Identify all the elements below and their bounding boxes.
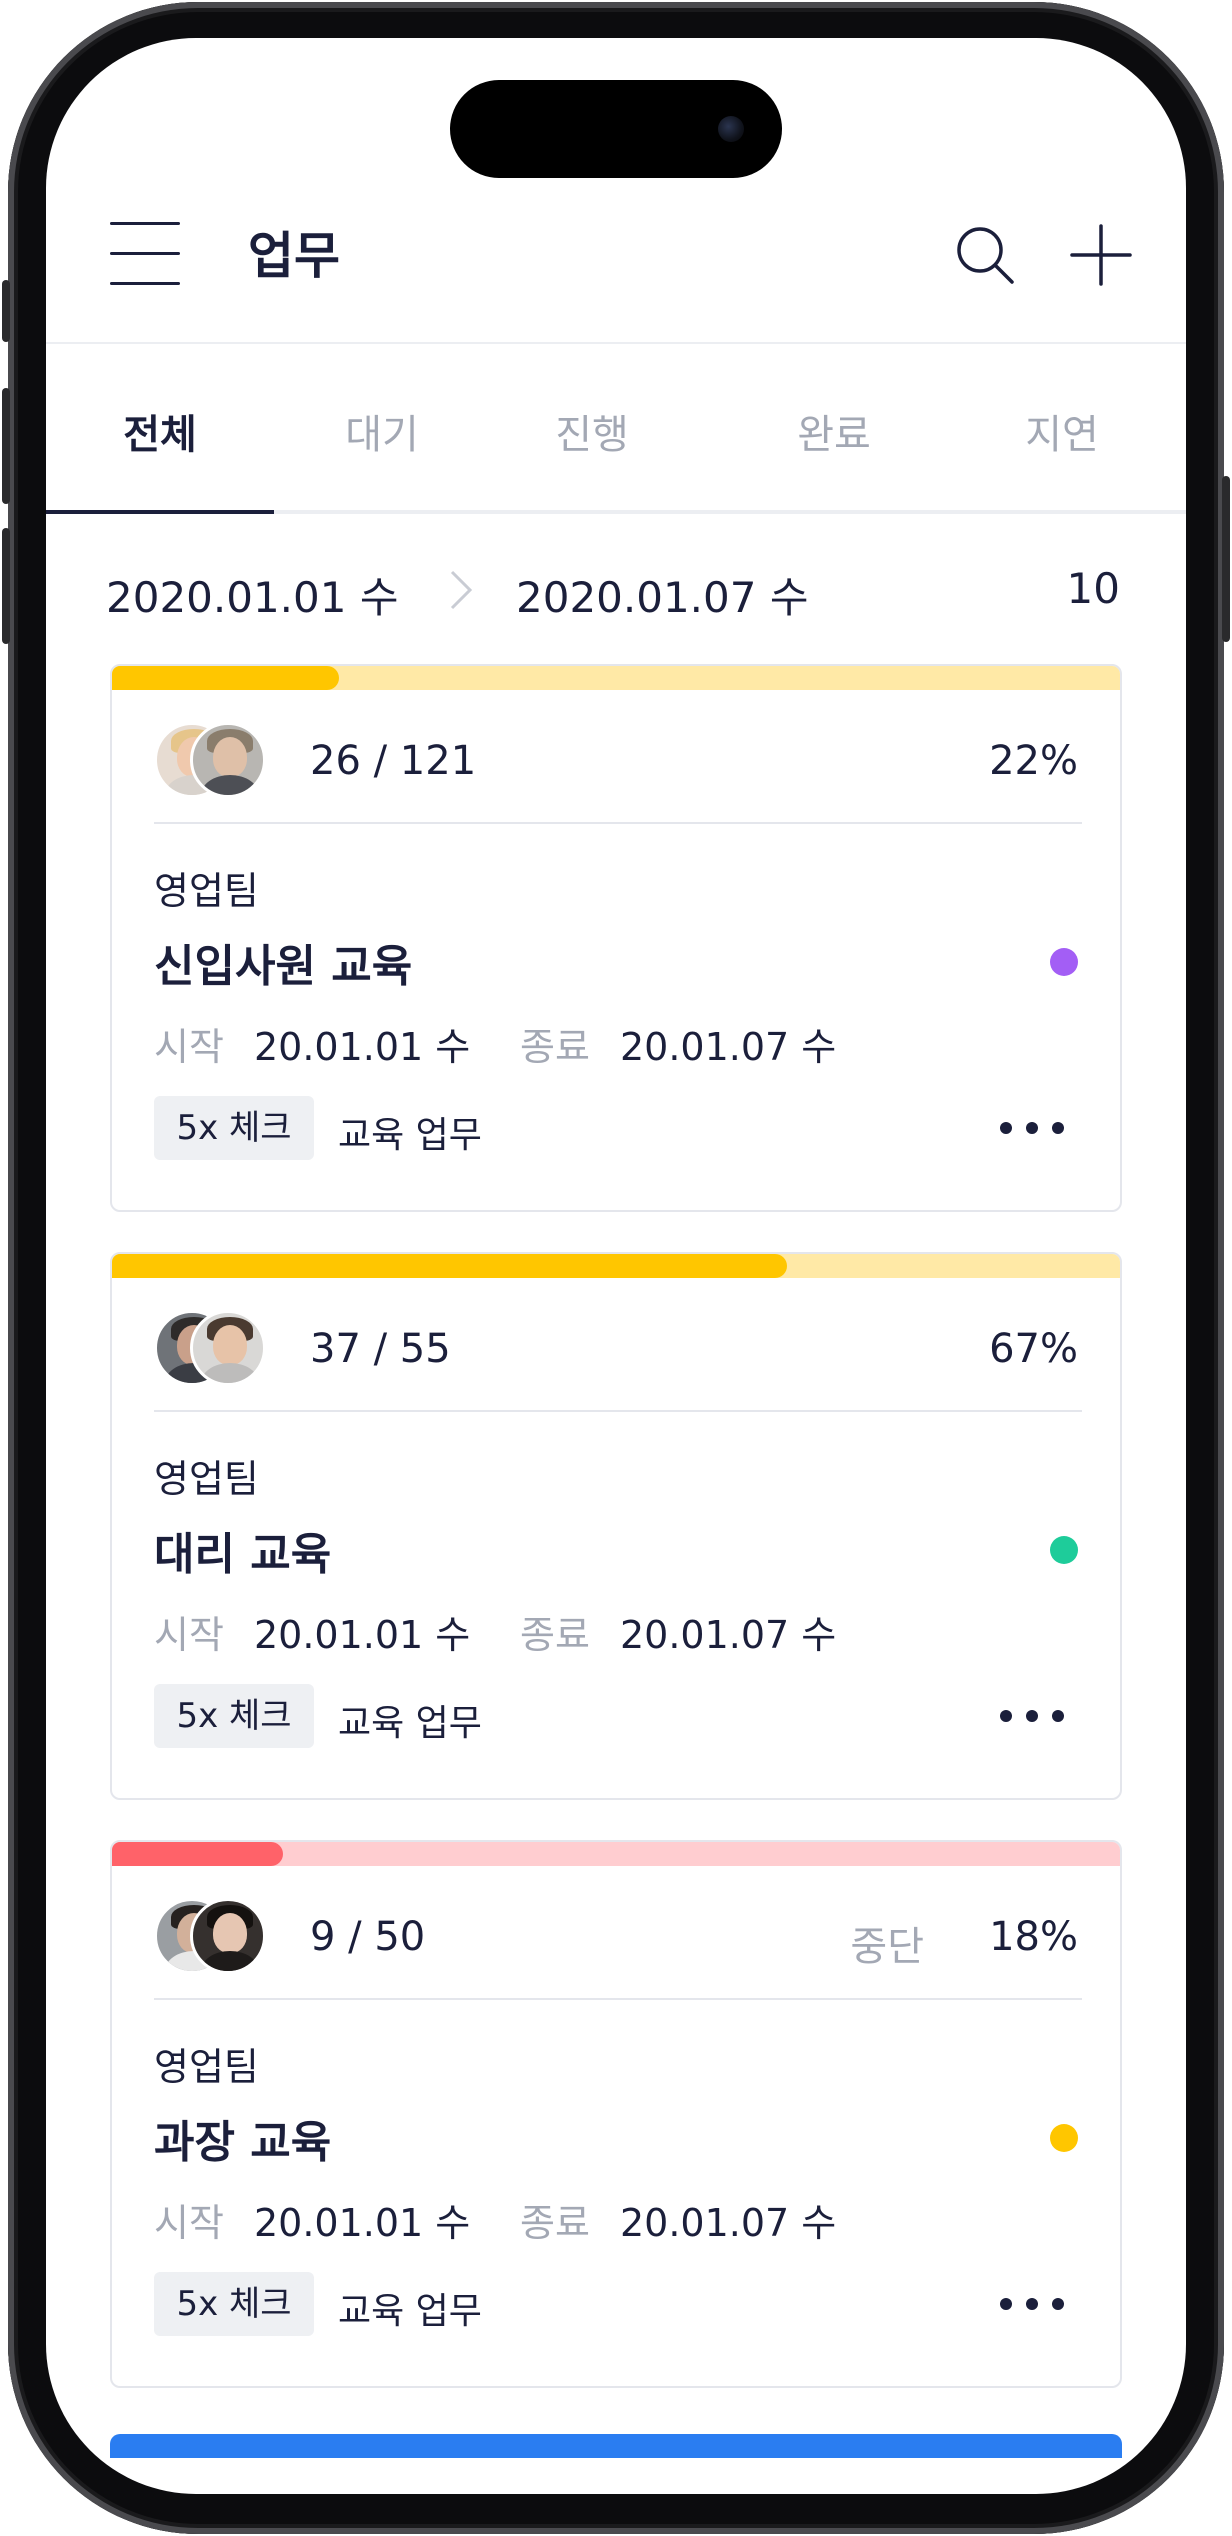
task-count: 10 [1066, 564, 1120, 613]
progress-bar [112, 1842, 1120, 1866]
task-title: 과장 교육 [154, 2117, 332, 2168]
end-label: 종료 [520, 2201, 590, 2245]
start-date-value: 20.01.01 수 [254, 1613, 471, 1657]
divider [154, 1410, 1082, 1412]
page-title: 업무 [248, 227, 340, 285]
progress-bar [112, 666, 1120, 690]
assignee-avatars [154, 722, 274, 802]
check-tag: 5x 체크 [154, 1684, 314, 1748]
check-tag: 5x 체크 [154, 2272, 314, 2336]
divider [154, 1998, 1082, 2000]
task-card[interactable]: 37 / 55 67% 영업팀 대리 교육 시작 20.01.01 수 종료 2… [110, 1252, 1122, 1800]
team-name: 영업팀 [154, 2045, 259, 2089]
mute-switch [2, 280, 10, 342]
avatar [190, 1898, 266, 1974]
status-label: 중단 [850, 1924, 924, 1970]
task-progress-count: 9 / 50 [310, 1914, 426, 1960]
more-options-icon[interactable] [1000, 2292, 1064, 2316]
tab-delayed[interactable]: 지연 [972, 402, 1152, 460]
task-card[interactable]: 9 / 50 중단 18% 영업팀 과장 교육 시작 20.01.01 수 종료… [110, 1840, 1122, 2388]
task-progress-count: 26 / 121 [310, 738, 477, 784]
end-date-value: 20.01.07 수 [620, 2201, 837, 2245]
more-options-icon[interactable] [1000, 1116, 1064, 1140]
front-camera [718, 116, 744, 142]
task-progress-count: 37 / 55 [310, 1326, 451, 1372]
progress-bar-fill [112, 666, 339, 690]
task-card[interactable]: 26 / 121 22% 영업팀 신입사원 교육 시작 20.01.01 수 종… [110, 664, 1122, 1212]
status-tabs: 전체 대기 진행 완료 지연 [46, 344, 1186, 514]
plus-icon[interactable] [1068, 222, 1134, 288]
volume-up-button [2, 388, 10, 504]
task-category: 교육 업무 [338, 1703, 482, 1744]
task-card-partial[interactable] [110, 2434, 1122, 2494]
app-header: 업무 [46, 178, 1186, 344]
avatar [190, 1310, 266, 1386]
start-date[interactable]: 2020.01.01 수 [106, 564, 398, 625]
task-title: 신입사원 교육 [154, 941, 413, 992]
start-date-value: 20.01.01 수 [254, 2201, 471, 2245]
start-label: 시작 [154, 2201, 224, 2245]
progress-percent: 22% [989, 738, 1078, 784]
start-label: 시작 [154, 1613, 224, 1657]
progress-bar [112, 1254, 1120, 1278]
start-date-value: 20.01.01 수 [254, 1025, 471, 1069]
progress-percent: 18% [989, 1914, 1078, 1960]
team-name: 영업팀 [154, 1457, 259, 1501]
end-label: 종료 [520, 1025, 590, 1069]
assignee-avatars [154, 1898, 274, 1978]
color-dot [1050, 1536, 1078, 1564]
hamburger-menu-icon[interactable] [110, 222, 184, 285]
progress-bar-fill [112, 1842, 284, 1866]
start-label: 시작 [154, 1025, 224, 1069]
tab-completed[interactable]: 완료 [744, 402, 924, 460]
volume-down-button [2, 528, 10, 644]
end-date-value: 20.01.07 수 [620, 1025, 837, 1069]
avatar [190, 722, 266, 798]
task-title: 대리 교육 [154, 1529, 332, 1580]
end-date[interactable]: 2020.01.07 수 [516, 564, 808, 625]
power-button [1222, 476, 1230, 642]
check-tag: 5x 체크 [154, 1096, 314, 1160]
end-date-value: 20.01.07 수 [620, 1613, 837, 1657]
color-dot [1050, 2124, 1078, 2152]
more-options-icon[interactable] [1000, 1704, 1064, 1728]
color-dot [1050, 948, 1078, 976]
task-category: 교육 업무 [338, 1115, 482, 1156]
tab-in-progress[interactable]: 진행 [502, 402, 682, 460]
tab-all[interactable]: 전체 [70, 402, 250, 460]
search-icon[interactable] [954, 224, 1018, 288]
progress-percent: 67% [989, 1326, 1078, 1372]
team-name: 영업팀 [154, 869, 259, 913]
chevron-right-icon [444, 566, 478, 614]
divider [154, 822, 1082, 824]
date-range-row: 2020.01.01 수 2020.01.07 수 10 [46, 514, 1186, 664]
progress-bar [110, 2434, 1122, 2458]
dynamic-island [450, 80, 782, 178]
tab-waiting[interactable]: 대기 [292, 402, 472, 460]
task-category: 교육 업무 [338, 2291, 482, 2332]
end-label: 종료 [520, 1613, 590, 1657]
phone-screen: 업무 전체 대기 진행 완료 지연 2020.01.01 수 2020.01.0… [46, 38, 1186, 2494]
progress-bar-fill [112, 1254, 788, 1278]
assignee-avatars [154, 1310, 274, 1390]
